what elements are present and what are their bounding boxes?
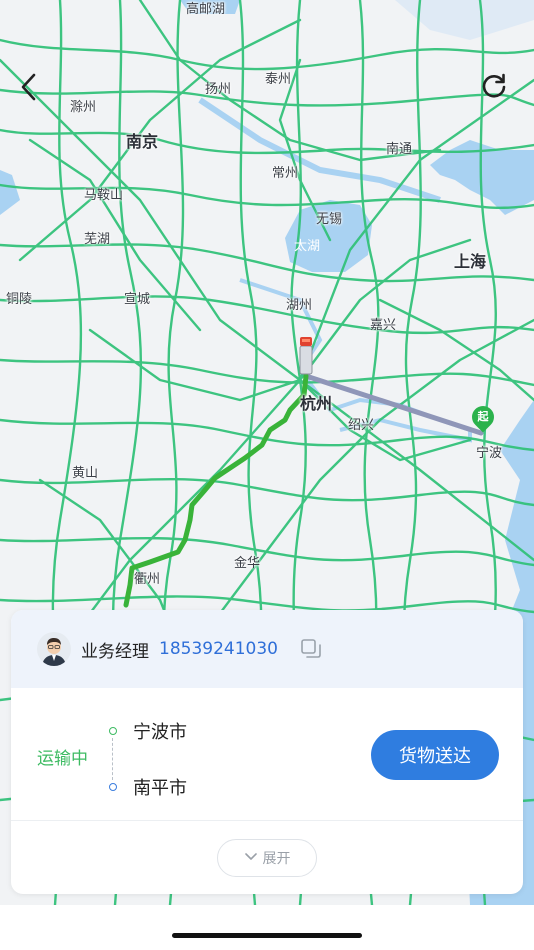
- place-label: 铜陵: [6, 292, 33, 307]
- place-label: 无锡: [316, 212, 343, 227]
- manager-label: 业务经理: [81, 641, 149, 662]
- route-summary: 运输中 宁波市 南平市 货物送达: [11, 688, 523, 822]
- place-label: 太湖: [294, 239, 321, 254]
- manager-phone-link[interactable]: 18539241030: [159, 639, 278, 659]
- place-label: 泰州: [265, 72, 292, 87]
- avatar: [37, 632, 71, 666]
- place-label: 滁州: [70, 100, 97, 115]
- place-label: 南通: [386, 142, 413, 157]
- place-label: 高邮湖: [186, 2, 226, 17]
- place-label: 湖州: [286, 298, 313, 313]
- place-label: 芜湖: [84, 232, 111, 247]
- place-label: 常州: [272, 166, 299, 181]
- start-marker-label: 起: [477, 410, 489, 423]
- place-label: 上海: [454, 252, 487, 271]
- place-label: 嘉兴: [370, 318, 397, 333]
- copy-icon: [301, 639, 321, 658]
- chevron-down-icon: [244, 850, 258, 866]
- place-label: 宣城: [124, 292, 151, 307]
- place-label: 马鞍山: [84, 188, 124, 203]
- expand-label: 展开: [262, 851, 291, 867]
- status-badge: 运输中: [37, 749, 88, 769]
- chevron-left-icon: [21, 73, 36, 101]
- place-label: 南京: [126, 132, 159, 151]
- place-label: 金华: [234, 556, 261, 571]
- refresh-button[interactable]: [480, 72, 516, 108]
- place-label: 杭州: [300, 394, 333, 413]
- place-label: 扬州: [205, 82, 232, 97]
- shipment-card: 业务经理 18539241030 运输中 宁波市 南平市 货物送达 展开: [11, 610, 523, 894]
- origin-dot-icon: [109, 727, 117, 735]
- origin-city: 宁波市: [133, 722, 187, 743]
- route-connector: [112, 738, 113, 780]
- manager-row: 业务经理 18539241030: [11, 610, 523, 688]
- copy-button[interactable]: [300, 638, 322, 660]
- bottom-safe-area: [0, 905, 534, 950]
- start-marker-icon[interactable]: 起: [467, 401, 499, 433]
- place-label: 绍兴: [348, 418, 375, 433]
- cargo-delivered-button[interactable]: 货物送达: [371, 730, 499, 780]
- refresh-icon: [482, 73, 506, 98]
- destination-city: 南平市: [133, 778, 187, 799]
- expand-button[interactable]: 展开: [217, 839, 317, 877]
- home-indicator[interactable]: [172, 933, 362, 938]
- back-button[interactable]: [18, 72, 54, 108]
- truck-marker-icon[interactable]: [298, 336, 314, 376]
- divider: [11, 820, 523, 821]
- place-label: 宁波: [476, 446, 503, 461]
- place-label: 衢州: [134, 572, 161, 587]
- place-label: 黄山: [72, 466, 99, 481]
- destination-dot-icon: [109, 783, 117, 791]
